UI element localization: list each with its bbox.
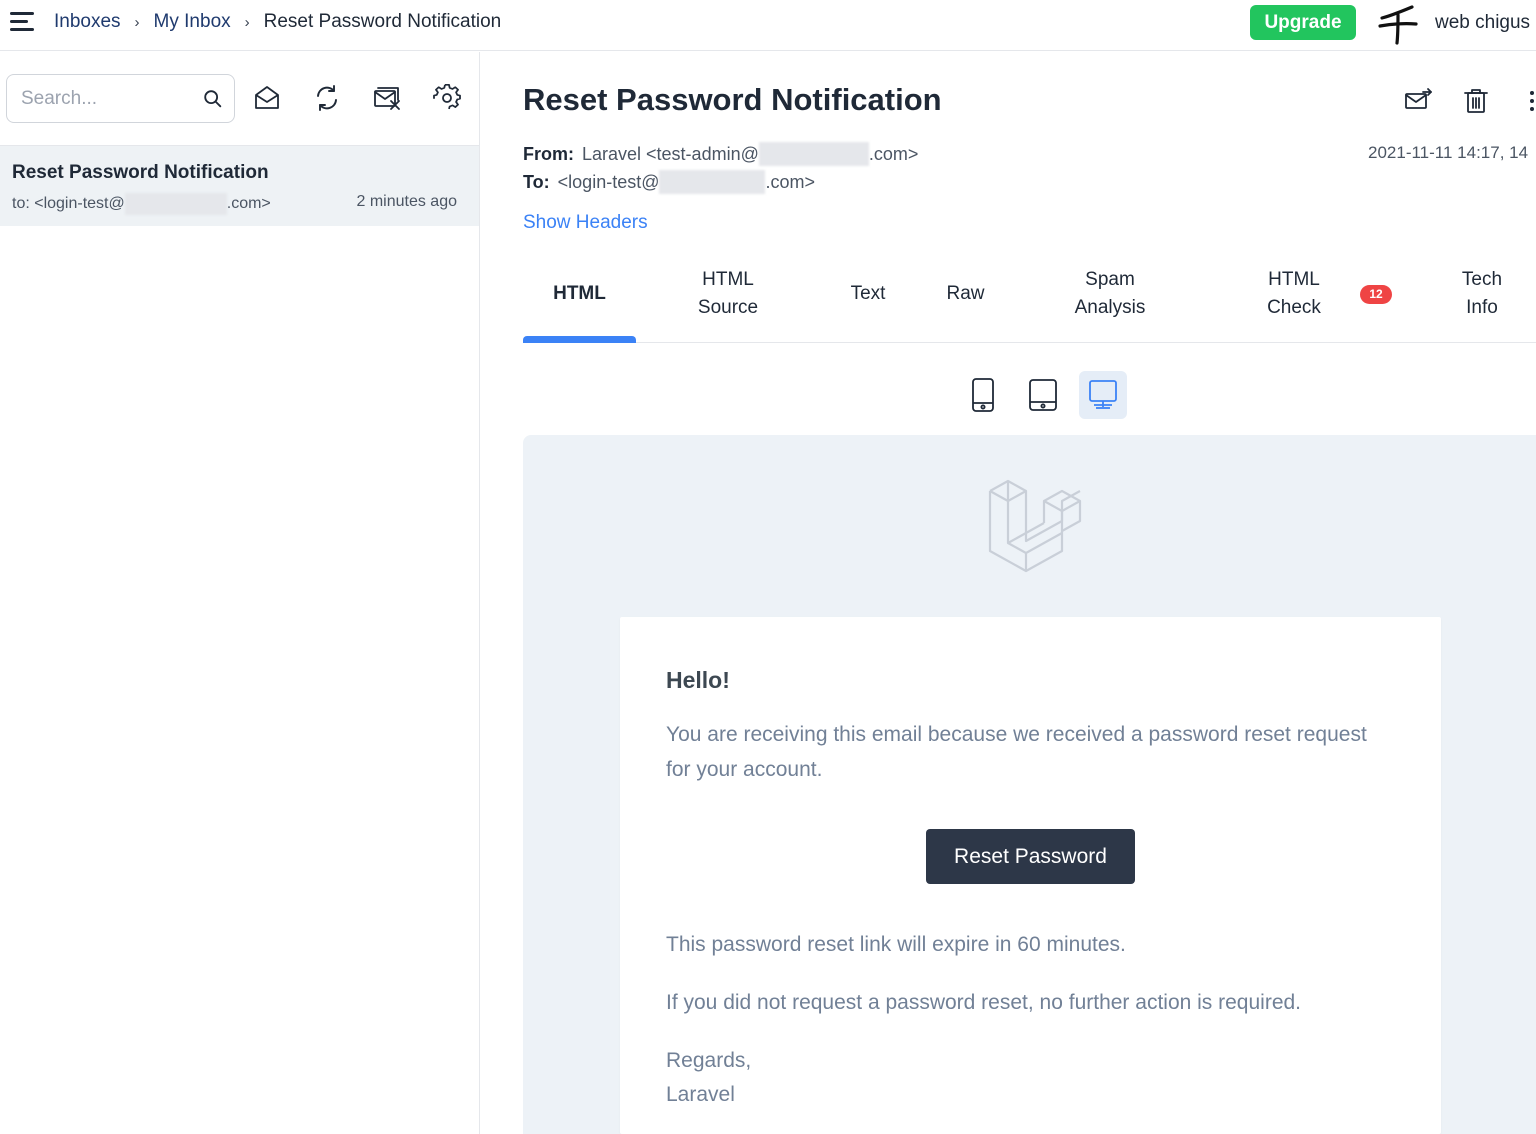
html-check-badge: 12 — [1360, 285, 1392, 304]
breadcrumb-separator: › — [244, 13, 250, 31]
from-suffix: .com> — [868, 143, 919, 164]
email-signature: Laravel — [666, 1083, 735, 1106]
settings-gear-icon[interactable] — [433, 84, 461, 112]
search-icon[interactable] — [202, 88, 224, 110]
mobile-view-button[interactable] — [959, 371, 1007, 419]
top-bar: Inboxes › My Inbox › Reset Password Noti… — [0, 0, 1536, 51]
breadcrumb-current: Reset Password Notification — [263, 11, 502, 32]
recipient-suffix: .com> — [226, 195, 271, 212]
show-headers-link[interactable]: Show Headers — [523, 212, 648, 234]
email-html-preview: Hello! You are receiving this email beca… — [523, 435, 1536, 1134]
desktop-view-button[interactable] — [1079, 371, 1127, 419]
email-intro-text: You are receiving this email because we … — [666, 723, 1367, 781]
redacted-address — [659, 170, 766, 194]
avatar[interactable] — [1376, 2, 1420, 46]
inbox-sidebar: Reset Password Notification to: <login-t… — [0, 52, 480, 1134]
message-subject: Reset Password Notification — [12, 162, 269, 183]
email-greeting: Hello! — [666, 667, 730, 693]
from-prefix: Laravel <test-admin@ — [582, 143, 759, 164]
email-to: To: <login-test@ .com> — [523, 170, 815, 194]
search-input[interactable] — [21, 85, 191, 113]
desktop-monitor-icon — [1089, 380, 1117, 409]
email-no-action-text: If you did not request a password reset,… — [666, 991, 1302, 1014]
tablet-icon — [1029, 379, 1057, 411]
message-time: 2 minutes ago — [356, 193, 457, 210]
email-regards: Regards, — [666, 1049, 752, 1072]
upgrade-button[interactable]: Upgrade — [1250, 5, 1356, 40]
active-tab-indicator — [523, 336, 636, 343]
tab-spam-analysis[interactable]: Spam Analysis — [1053, 266, 1167, 322]
view-tabs: HTML HTML Source Text Raw Spam Analysis … — [523, 252, 1536, 343]
trash-icon[interactable] — [1461, 86, 1491, 116]
breadcrumb: Inboxes › My Inbox › Reset Password Noti… — [54, 11, 501, 33]
email-from: From: Laravel <test-admin@ .com> — [523, 142, 918, 166]
email-subject-title: Reset Password Notification — [523, 82, 942, 117]
refresh-icon[interactable] — [313, 84, 341, 112]
tab-html-check[interactable]: HTML Check — [1245, 266, 1343, 322]
to-prefix: <login-test@ — [557, 171, 660, 192]
breadcrumb-separator: › — [134, 13, 140, 31]
email-date: 2021-11-11 14:17, 14 — [1368, 143, 1529, 162]
tab-tech-info[interactable]: Tech Info — [1443, 266, 1521, 322]
tab-html[interactable]: HTML — [523, 280, 636, 308]
breadcrumb-inboxes[interactable]: Inboxes — [54, 11, 121, 33]
breadcrumb-my-inbox[interactable]: My Inbox — [154, 11, 231, 33]
redacted-address — [758, 142, 869, 166]
recipient-prefix: to: <login-test@ — [12, 195, 125, 212]
delete-all-mail-icon[interactable] — [373, 84, 401, 112]
hamburger-menu-icon[interactable] — [10, 12, 34, 32]
redacted-address — [124, 193, 227, 215]
tab-text[interactable]: Text — [830, 280, 906, 308]
to-suffix: .com> — [765, 171, 816, 192]
mobile-phone-icon — [972, 378, 994, 412]
more-options-icon[interactable] — [1523, 86, 1535, 116]
tab-html-source[interactable]: HTML Source — [676, 266, 780, 322]
from-label: From: — [523, 143, 574, 164]
email-viewer: Reset Password Notification From: Larave… — [481, 52, 1536, 1134]
message-recipient: to: <login-test@ .com> — [12, 193, 271, 215]
email-body-card: Hello! You are receiving this email beca… — [620, 617, 1441, 1134]
search-box — [6, 74, 235, 123]
email-expire-text: This password reset link will expire in … — [666, 933, 1126, 956]
reset-password-button[interactable]: Reset Password — [926, 829, 1135, 884]
message-list-item[interactable]: Reset Password Notification to: <login-t… — [0, 145, 479, 226]
forward-mail-icon[interactable] — [1403, 86, 1433, 116]
mark-read-icon[interactable] — [253, 84, 281, 112]
username[interactable]: web chigus — [1435, 12, 1530, 34]
tab-raw[interactable]: Raw — [928, 280, 1003, 308]
laravel-logo-icon — [988, 479, 1082, 573]
to-label: To: — [523, 171, 550, 192]
tablet-view-button[interactable] — [1019, 371, 1067, 419]
